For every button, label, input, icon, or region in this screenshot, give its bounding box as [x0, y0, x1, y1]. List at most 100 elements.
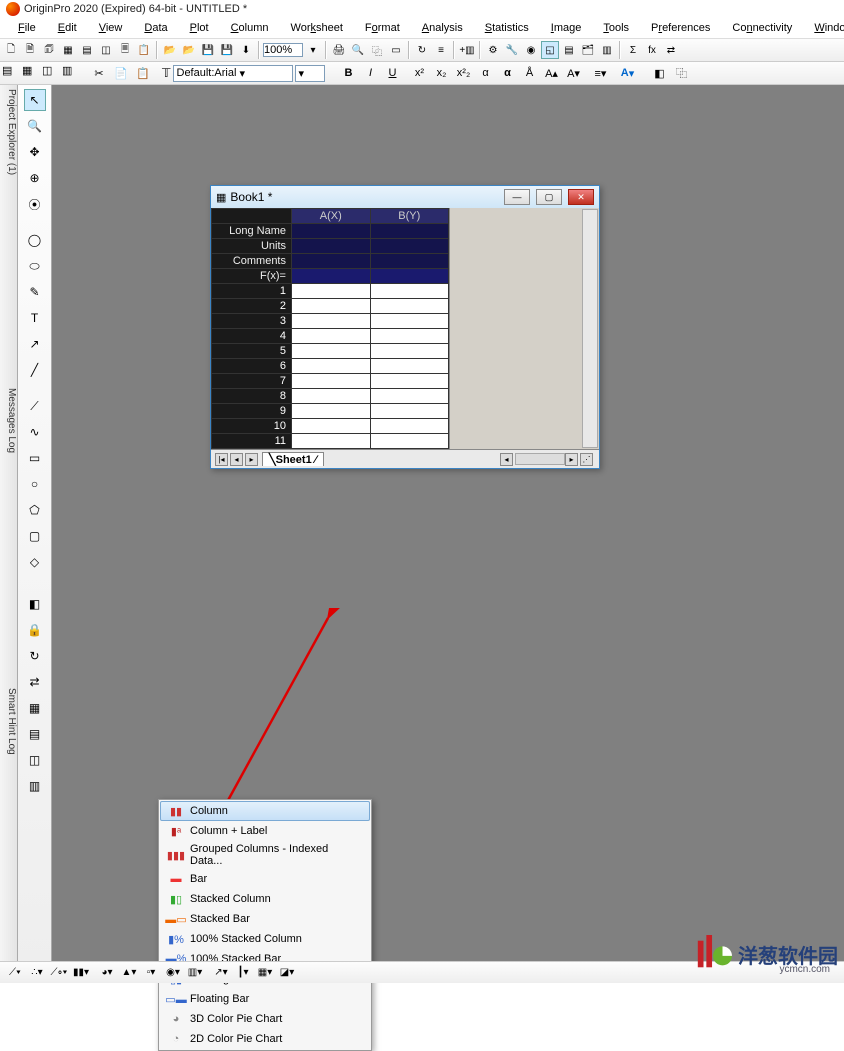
menu-tools[interactable]: Tools: [593, 20, 639, 36]
cell[interactable]: [370, 434, 449, 449]
pan-tool-icon[interactable]: ✥: [24, 141, 46, 163]
comments-label[interactable]: Comments: [212, 254, 292, 269]
menu-statistics[interactable]: Statistics: [475, 20, 539, 36]
sheet-nav-first-icon[interactable]: |◂: [215, 453, 228, 466]
region-tool-icon[interactable]: ◯: [24, 229, 46, 251]
menu-data[interactable]: Data: [134, 20, 177, 36]
horizontal-scrollbar[interactable]: [515, 453, 565, 465]
func-icon[interactable]: fx: [643, 41, 661, 59]
3d-plot-icon[interactable]: ◪▾: [278, 965, 296, 981]
slide-icon[interactable]: ▭: [387, 41, 405, 59]
command-icon[interactable]: ▥: [598, 41, 616, 59]
area-plot-icon[interactable]: ▲▾: [120, 965, 138, 981]
menu-item-stacked-bar[interactable]: ▬▭Stacked Bar: [160, 909, 370, 929]
extra-tool-icon[interactable]: ▥: [24, 775, 46, 797]
supsub-icon[interactable]: x²₂: [454, 64, 474, 82]
zoom-input[interactable]: [263, 43, 303, 57]
new-graph-icon[interactable]: ▦: [59, 41, 77, 59]
menu-view[interactable]: View: [89, 20, 133, 36]
cell[interactable]: [292, 404, 371, 419]
menu-item-3d-color-pie-chart[interactable]: ◕3D Color Pie Chart: [160, 1009, 370, 1029]
col-a-header[interactable]: A(X): [292, 209, 371, 224]
new-matrix-icon[interactable]: ▤: [78, 41, 96, 59]
digitize-icon[interactable]: ◉: [522, 41, 540, 59]
italic-icon[interactable]: I: [361, 64, 381, 82]
legend-tool-icon[interactable]: ◫: [24, 749, 46, 771]
menu-item-column[interactable]: ▮▮Column: [160, 801, 370, 821]
open-template-icon[interactable]: 📋: [135, 41, 153, 59]
overlay-icon[interactable]: ⿻: [672, 64, 692, 82]
cell[interactable]: 11: [370, 284, 449, 299]
cell[interactable]: [292, 374, 371, 389]
corner-cell[interactable]: [212, 209, 292, 224]
row-header[interactable]: 6: [212, 359, 292, 374]
code-builder-icon[interactable]: ⚙: [484, 41, 502, 59]
menu-connectivity[interactable]: Connectivity: [722, 20, 802, 36]
sheet-nav-next-icon[interactable]: ▸: [245, 453, 258, 466]
menu-item-floating-bar[interactable]: ▭▬Floating Bar: [160, 989, 370, 1009]
row-header[interactable]: 2: [212, 299, 292, 314]
cell[interactable]: [370, 419, 449, 434]
data-reader-tool-icon[interactable]: ⦿: [24, 193, 46, 215]
menu-item-grouped-columns-indexed-data-[interactable]: ▮▮▮Grouped Columns - Indexed Data...: [160, 841, 370, 869]
cell[interactable]: 1: [292, 284, 371, 299]
worksheet-icon[interactable]: ▦: [22, 64, 40, 82]
menu-file[interactable]: File: [8, 20, 46, 36]
align-icon[interactable]: ≡▾: [591, 64, 611, 82]
template-plot-icon[interactable]: ▦▾: [256, 965, 274, 981]
new-project-icon[interactable]: 🗋: [2, 41, 20, 59]
new-excel-icon[interactable]: 🗊: [40, 41, 58, 59]
mask-icon[interactable]: ◫: [42, 64, 60, 82]
new-workbook-icon[interactable]: 🗎: [21, 41, 39, 59]
polygon-tool-icon[interactable]: ⬠: [24, 499, 46, 521]
hscroll-left-icon[interactable]: ◂: [500, 453, 513, 466]
cell[interactable]: 3: [292, 314, 371, 329]
row-header[interactable]: 4: [212, 329, 292, 344]
cell[interactable]: [292, 434, 371, 449]
workbook-titlebar[interactable]: ▦ Book1 * — ▢ ✕: [211, 186, 599, 208]
cell[interactable]: 33: [370, 314, 449, 329]
superscript-icon[interactable]: x²: [410, 64, 430, 82]
grid-tool-icon[interactable]: ▦: [24, 697, 46, 719]
font-color-icon[interactable]: A▾: [618, 64, 638, 82]
pointer-tool-icon[interactable]: ↖: [24, 89, 46, 111]
decrease-font-icon[interactable]: A▾: [564, 64, 584, 82]
polyline-tool-icon[interactable]: ⟋: [24, 395, 46, 417]
close-button[interactable]: ✕: [568, 189, 594, 205]
save-icon[interactable]: 💾: [199, 41, 217, 59]
contour-plot-icon[interactable]: ◉▾: [164, 965, 182, 981]
open-icon[interactable]: 📂: [161, 41, 179, 59]
greek-alpha-bold-icon[interactable]: α: [498, 64, 518, 82]
menu-item-bar[interactable]: ▬Bar: [160, 869, 370, 889]
transfer-icon[interactable]: ⇄: [662, 41, 680, 59]
increase-font-icon[interactable]: A▴: [542, 64, 562, 82]
zoom-pan-icon[interactable]: ◱: [541, 41, 559, 59]
row-header[interactable]: 3: [212, 314, 292, 329]
font-size-select[interactable]: ▾: [295, 65, 325, 82]
column-plot-icon[interactable]: ▮▮▾: [72, 965, 90, 981]
table-tool-icon[interactable]: ▤: [24, 723, 46, 745]
menu-window[interactable]: Window: [804, 20, 844, 36]
row-header[interactable]: 9: [212, 404, 292, 419]
copy-icon[interactable]: 📄: [111, 64, 131, 82]
row-header[interactable]: 1: [212, 284, 292, 299]
add-column-icon[interactable]: +▥: [458, 41, 476, 59]
line-tool-icon[interactable]: ╱: [24, 359, 46, 381]
long-name-label[interactable]: Long Name: [212, 224, 292, 239]
menu-item-2d-color-pie-chart[interactable]: ◔2D Color Pie Chart: [160, 1029, 370, 1049]
worksheet-table[interactable]: A(X) B(Y) Long Name Units Comments F(x)=…: [211, 208, 449, 449]
messages-log-tab[interactable]: Messages Log: [0, 384, 18, 683]
line-plot-icon[interactable]: ⟋▾: [6, 965, 24, 981]
stats-plot-icon[interactable]: ▥▾: [186, 965, 204, 981]
menu-worksheet[interactable]: Worksheet: [281, 20, 353, 36]
rotate-tool-icon[interactable]: ↻: [24, 645, 46, 667]
region-rect-tool-icon[interactable]: ▢: [24, 525, 46, 547]
row-header[interactable]: 8: [212, 389, 292, 404]
arrow-tool-icon[interactable]: ↗: [24, 333, 46, 355]
stats-icon[interactable]: Σ: [624, 41, 642, 59]
mask-tool-icon[interactable]: ⬭: [24, 255, 46, 277]
color-tool-icon[interactable]: ◧: [24, 593, 46, 615]
line-symbol-icon[interactable]: ⟋∘▾: [50, 965, 68, 981]
sheet-tab[interactable]: ╲Sheet1 ∕: [262, 452, 324, 466]
fx-label[interactable]: F(x)=: [212, 269, 292, 284]
